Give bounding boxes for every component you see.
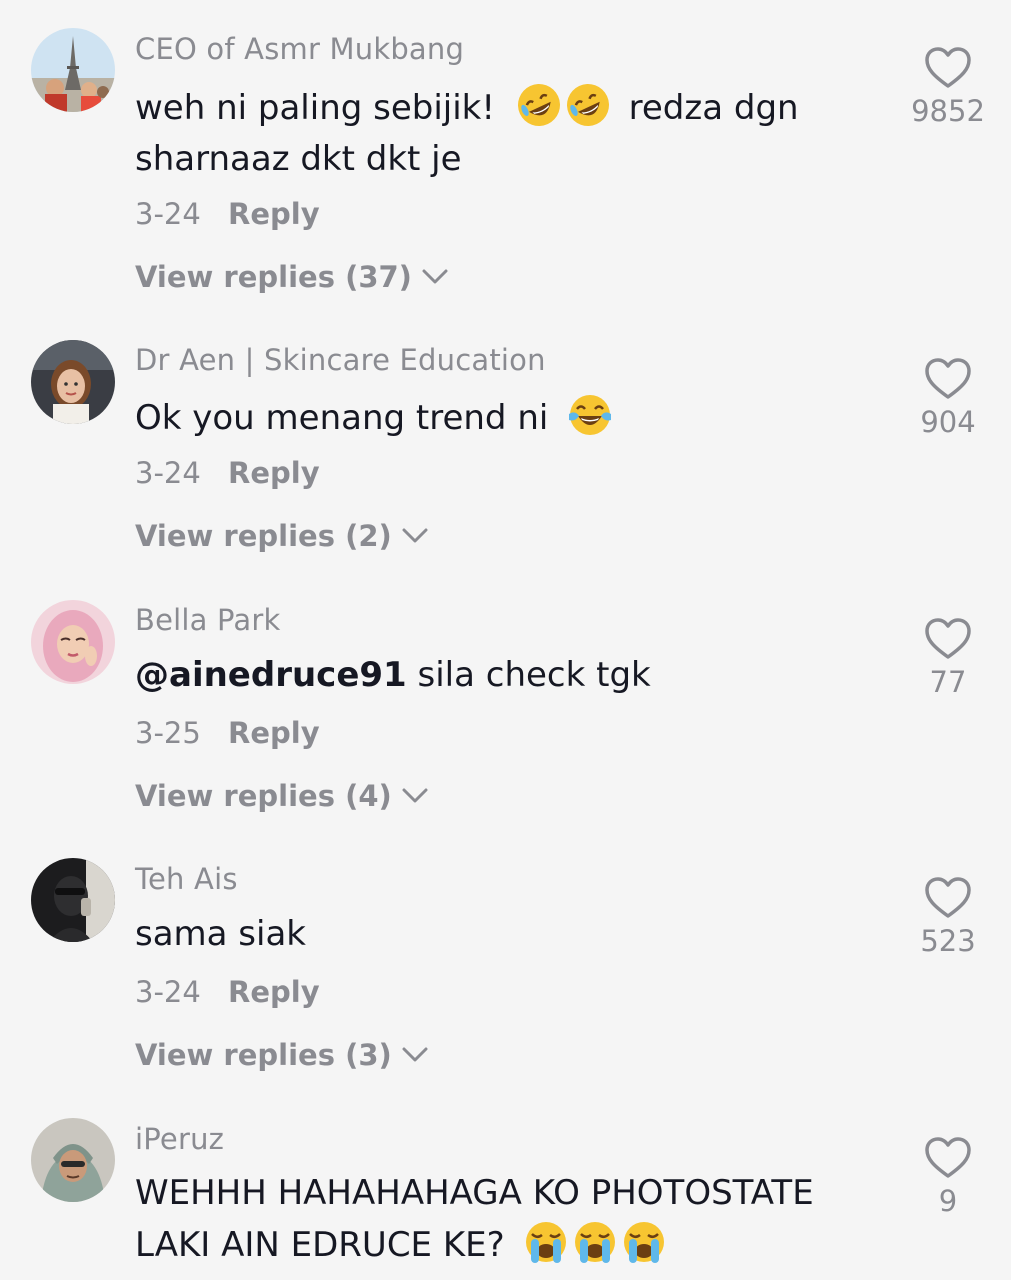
comment-date: 3-24 xyxy=(135,975,201,1009)
rofl-emoji-icon xyxy=(566,84,609,126)
comment-meta: 3-25 Reply xyxy=(135,716,320,750)
loudly-crying-emoji-icon xyxy=(526,1222,567,1263)
view-replies-label: View replies (3) xyxy=(135,1038,392,1072)
comment-text: weh ni paling sebijik! redza dgn sharnaa… xyxy=(135,82,835,185)
comment-meta: 3-24 Reply xyxy=(135,456,320,490)
view-replies-label: View replies (4) xyxy=(135,779,392,813)
comment-date: 3-25 xyxy=(135,716,201,750)
loudly-crying-emoji-icon xyxy=(624,1222,665,1263)
heart-icon xyxy=(925,47,971,88)
comment-text: sama siak xyxy=(135,909,835,960)
comment-text: WEHHH HAHAHAHAGA KO PHOTOSTATE LAKI AIN … xyxy=(135,1168,895,1271)
comment-text-line: weh ni paling sebijik! xyxy=(135,88,496,128)
loudly-crying-emoji-icon xyxy=(575,1222,616,1263)
like-count: 9852 xyxy=(911,94,985,128)
like-count: 904 xyxy=(920,405,976,439)
avatar[interactable] xyxy=(31,600,115,684)
comment-text-line: sila check tgk xyxy=(417,655,651,695)
comment-text-line: WEHHH HAHAHAHAGA KO PHOTOSTATE xyxy=(135,1173,814,1213)
heart-icon xyxy=(925,1137,971,1178)
view-replies-button[interactable]: View replies (2) xyxy=(135,519,428,553)
reply-button[interactable]: Reply xyxy=(228,975,320,1009)
heart-icon xyxy=(925,358,971,399)
comment-text-line: sama siak xyxy=(135,914,306,954)
view-replies-button[interactable]: View replies (3) xyxy=(135,1038,428,1072)
like-count: 523 xyxy=(920,924,976,958)
chevron-down-icon xyxy=(402,788,428,803)
comment-username[interactable]: Teh Ais xyxy=(135,862,238,896)
comment-text: @ainedruce91 sila check tgk xyxy=(135,650,835,701)
like-button[interactable]: 904 xyxy=(895,357,1001,439)
like-button[interactable]: 9852 xyxy=(895,46,1001,128)
avatar[interactable] xyxy=(31,858,115,942)
mention-link[interactable]: @ainedruce91 xyxy=(135,655,407,695)
view-replies-button[interactable]: View replies (37) xyxy=(135,260,448,294)
reply-button[interactable]: Reply xyxy=(228,197,320,231)
heart-icon xyxy=(925,877,971,918)
like-button[interactable]: 523 xyxy=(895,876,1001,958)
view-replies-label: View replies (37) xyxy=(135,260,412,294)
comment-text-line: sharnaaz dkt dkt je xyxy=(135,139,462,179)
comment-date: 3-24 xyxy=(135,197,201,231)
like-button[interactable]: 77 xyxy=(895,617,1001,699)
comment-meta: 3-24 Reply xyxy=(135,975,320,1009)
heart-icon xyxy=(925,618,971,659)
chevron-down-icon xyxy=(402,1047,428,1062)
comment-username[interactable]: iPeruz xyxy=(135,1122,224,1156)
comment-date: 3-24 xyxy=(135,456,201,490)
comment-text-line: Ok you menang trend ni xyxy=(135,398,549,438)
tears-of-joy-emoji-icon xyxy=(569,395,612,435)
reply-button[interactable]: Reply xyxy=(228,456,320,490)
avatar[interactable] xyxy=(31,1118,115,1202)
comment-text-line: redza dgn xyxy=(628,88,799,128)
reply-button[interactable]: Reply xyxy=(228,716,320,750)
comment-username[interactable]: Dr Aen | Skincare Education xyxy=(135,343,546,377)
chevron-down-icon xyxy=(402,528,428,543)
like-button[interactable]: 9 xyxy=(895,1136,1001,1218)
comment-text-line: LAKI AIN EDRUCE KE? xyxy=(135,1225,505,1265)
comment-meta: 3-24 Reply xyxy=(135,197,320,231)
view-replies-button[interactable]: View replies (4) xyxy=(135,779,428,813)
comment-username[interactable]: CEO of Asmr Mukbang xyxy=(135,32,464,66)
rofl-emoji-icon xyxy=(517,84,560,126)
like-count: 77 xyxy=(929,665,967,699)
like-count: 9 xyxy=(938,1184,958,1218)
view-replies-label: View replies (2) xyxy=(135,519,392,553)
avatar[interactable] xyxy=(31,28,115,112)
comment-username[interactable]: Bella Park xyxy=(135,603,281,637)
avatar[interactable] xyxy=(31,340,115,424)
chevron-down-icon xyxy=(422,269,448,284)
comment-text: Ok you menang trend ni xyxy=(135,392,835,444)
